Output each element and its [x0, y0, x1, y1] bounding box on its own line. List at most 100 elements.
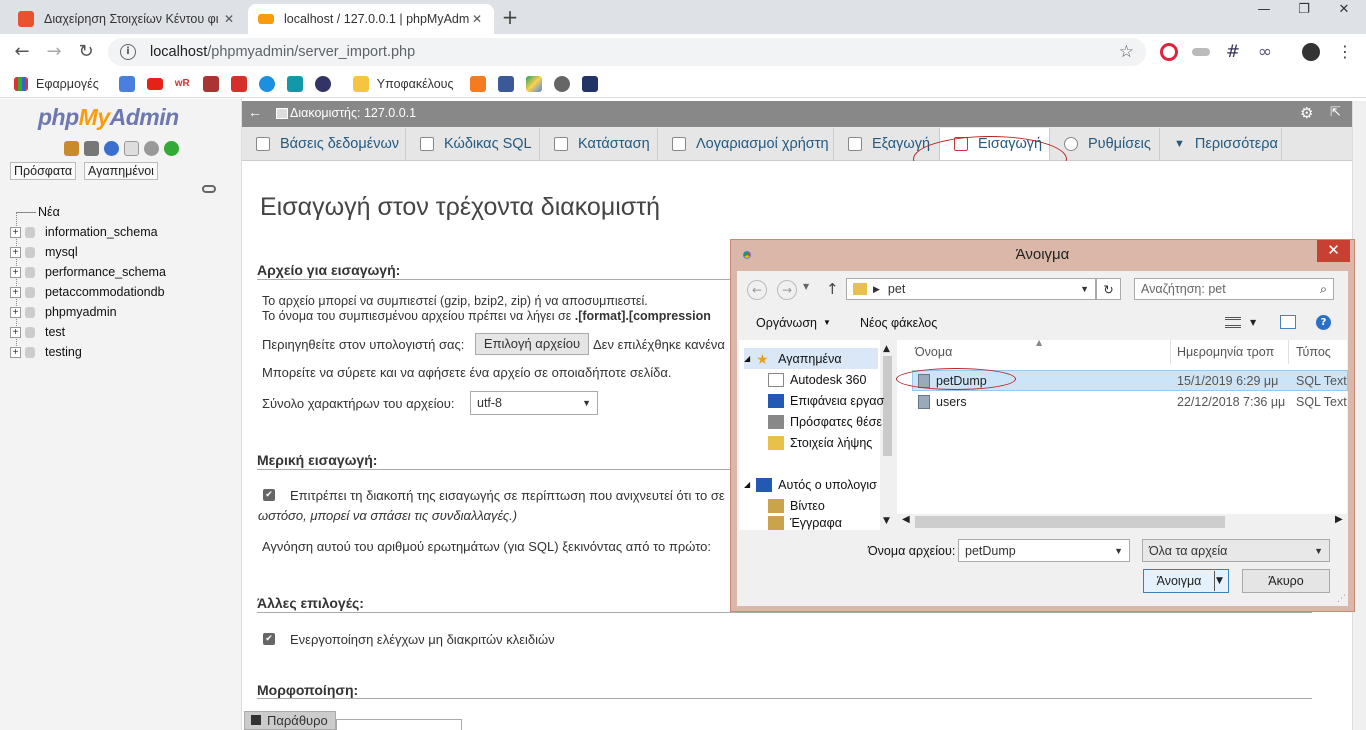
- grid-bookmark-icon[interactable]: [469, 75, 486, 92]
- file-row[interactable]: users: [918, 391, 967, 412]
- file-type-filter[interactable]: Όλα τα αρχεία ▼: [1142, 539, 1330, 562]
- dialog-back-icon[interactable]: ←: [747, 280, 767, 300]
- translate-icon[interactable]: [118, 75, 135, 92]
- close-window-icon[interactable]: ✕: [1324, 0, 1364, 22]
- scroll-up-icon[interactable]: ▲: [883, 344, 890, 354]
- tree-item-db[interactable]: + mysql: [10, 242, 78, 262]
- dialog-forward-icon[interactable]: →: [777, 280, 797, 300]
- tree-item-db[interactable]: + petaccommodationdb: [10, 282, 165, 302]
- up-folder-icon[interactable]: ↑: [826, 280, 839, 298]
- db-label[interactable]: mysql: [45, 245, 78, 259]
- tree-item-db[interactable]: + test: [10, 322, 65, 342]
- filename-input[interactable]: petDump ▼: [958, 539, 1130, 562]
- favorites-tab[interactable]: Αγαπημένοι: [84, 162, 158, 180]
- charset-select[interactable]: utf-8 ▼: [470, 391, 598, 415]
- allow-interrupt-checkbox[interactable]: ✔: [263, 489, 275, 501]
- nav-item-this-pc[interactable]: ◢ Αυτός ο υπολογισ: [744, 474, 877, 495]
- tree-item-db[interactable]: + testing: [10, 342, 82, 362]
- open-dropdown-icon[interactable]: ▼: [1216, 576, 1223, 586]
- browser-tab-1[interactable]: Διαχείρηση Στοιχείων Κέντου φι ✕: [8, 4, 246, 34]
- nav-item[interactable]: Έγγραφα: [768, 516, 842, 530]
- youtube-icon[interactable]: [146, 77, 163, 90]
- db-label[interactable]: phpmyadmin: [45, 305, 117, 319]
- column-type[interactable]: Τύπος: [1296, 345, 1331, 359]
- help-icon[interactable]: [104, 141, 119, 156]
- new-db-label[interactable]: Νέα: [38, 205, 60, 219]
- expand-icon[interactable]: +: [10, 226, 21, 238]
- expand-icon[interactable]: +: [10, 346, 21, 358]
- browser-tab-2[interactable]: localhost / 127.0.0.1 | phpMyAdm ✕: [248, 4, 494, 34]
- column-name[interactable]: Όνομα: [915, 345, 952, 359]
- new-folder-button[interactable]: Νέος φάκελος: [860, 312, 937, 333]
- tab-databases[interactable]: Βάσεις δεδομένων: [242, 128, 406, 160]
- scroll-right-icon[interactable]: ▶: [1335, 514, 1343, 525]
- wr-icon[interactable]: wR: [174, 75, 191, 92]
- opera-extension-icon[interactable]: [1160, 43, 1178, 61]
- close-tab-icon[interactable]: ✕: [470, 12, 484, 26]
- view-dropdown-icon[interactable]: ▼: [1250, 318, 1256, 327]
- book-icon[interactable]: [286, 75, 303, 92]
- infinity-extension-icon[interactable]: ∞: [1256, 43, 1274, 61]
- forward-icon[interactable]: →: [42, 40, 66, 64]
- collapse-arrow-icon[interactable]: ←: [248, 104, 262, 120]
- expand-icon[interactable]: +: [10, 246, 21, 258]
- nav-item[interactable]: Autodesk 360: [768, 369, 866, 390]
- choose-file-button[interactable]: Επιλογή αρχείου: [475, 333, 589, 355]
- format-list-box[interactable]: [336, 719, 462, 730]
- help-icon[interactable]: ?: [1316, 315, 1331, 330]
- reload-nav-icon[interactable]: [164, 141, 179, 156]
- bookmark-star-icon[interactable]: ☆: [1119, 42, 1134, 62]
- close-tab-icon[interactable]: ✕: [222, 12, 236, 26]
- fk-checks-checkbox[interactable]: ✔: [263, 633, 275, 645]
- collapse-up-icon[interactable]: ⇱: [1330, 104, 1341, 120]
- db-label[interactable]: information_schema: [45, 225, 158, 239]
- tab-user-accounts[interactable]: Λογαριασμοί χρήστη: [658, 128, 834, 160]
- globe-icon[interactable]: [553, 75, 570, 92]
- search-field[interactable]: Αναζήτηση: pet ⌕: [1134, 278, 1334, 300]
- column-date[interactable]: Ημερομηνία τροπ: [1177, 345, 1274, 359]
- expand-icon[interactable]: +: [10, 306, 21, 318]
- hashtag-extension-icon[interactable]: #: [1224, 43, 1242, 61]
- bird-icon[interactable]: [581, 75, 598, 92]
- restore-icon[interactable]: ❐: [1284, 0, 1324, 22]
- back-icon[interactable]: ←: [10, 40, 34, 64]
- reload-icon[interactable]: ↻: [74, 40, 98, 64]
- cancel-button[interactable]: Άκυρο: [1242, 569, 1330, 593]
- docs-icon[interactable]: [124, 141, 139, 156]
- nav-item-favorites[interactable]: ◢ ★ Αγαπημένα: [744, 348, 878, 369]
- tab-sql[interactable]: Κώδικας SQL: [406, 128, 540, 160]
- round-bookmark-icon[interactable]: [314, 75, 331, 92]
- link-icon[interactable]: [202, 185, 216, 193]
- apps-grid-icon[interactable]: [14, 76, 28, 91]
- home-icon[interactable]: [64, 141, 79, 156]
- new-tab-button[interactable]: +: [500, 6, 520, 28]
- hscroll-thumb[interactable]: [915, 516, 1225, 528]
- c-bookmark-icon[interactable]: [230, 75, 247, 92]
- expand-icon[interactable]: +: [10, 266, 21, 278]
- drive-icon[interactable]: [525, 75, 542, 92]
- console-toggle[interactable]: Παράθυρο: [244, 711, 336, 730]
- info-icon[interactable]: i: [120, 44, 136, 60]
- nav-item[interactable]: Βίντεο: [768, 495, 825, 516]
- nav-item[interactable]: Επιφάνεια εργασ: [768, 390, 884, 411]
- recent-tab[interactable]: Πρόσφατα: [10, 162, 77, 180]
- chevron-down-icon[interactable]: ▼: [1114, 546, 1123, 556]
- view-options-icon[interactable]: [1225, 317, 1241, 328]
- menu-icon[interactable]: ⋮: [1336, 43, 1354, 61]
- db-label[interactable]: performance_schema: [45, 265, 166, 279]
- expand-icon[interactable]: +: [10, 286, 21, 298]
- tree-item-db[interactable]: + phpmyadmin: [10, 302, 117, 322]
- bookmark-folder[interactable]: Υποφακέλους: [377, 77, 454, 91]
- tab-settings[interactable]: Ρυθμίσεις: [1050, 128, 1160, 160]
- crest-icon[interactable]: [202, 75, 219, 92]
- column-divider[interactable]: [1288, 340, 1289, 364]
- db-label[interactable]: test: [45, 325, 65, 339]
- nav-scroll-thumb[interactable]: [883, 356, 892, 456]
- facebook-icon[interactable]: [497, 75, 514, 92]
- extension-icon[interactable]: [1192, 48, 1210, 56]
- settings-gear-icon[interactable]: [144, 141, 159, 156]
- tree-item-new[interactable]: Νέα: [10, 202, 60, 222]
- expand-icon[interactable]: +: [10, 326, 21, 338]
- db-label[interactable]: testing: [45, 345, 82, 359]
- dialog-close-button[interactable]: ✕: [1317, 240, 1350, 262]
